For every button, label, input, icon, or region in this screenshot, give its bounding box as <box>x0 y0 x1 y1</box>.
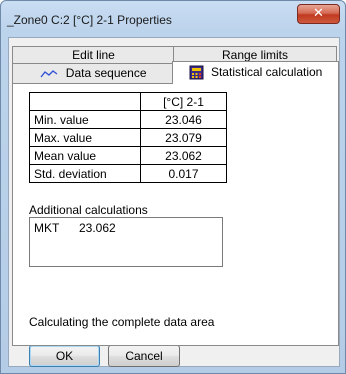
title-bar[interactable]: _Zone0 C:2 [°C] 2-1 Properties ✕ <box>1 1 345 37</box>
cancel-button[interactable]: Cancel <box>108 345 180 367</box>
line-chart-icon <box>40 69 58 78</box>
tab-statistical-calculation[interactable]: Statistical calculation <box>172 61 339 84</box>
table-corner-cell <box>29 92 141 111</box>
mkt-value: 23.062 <box>79 221 116 235</box>
row-label: Std. deviation <box>29 164 141 183</box>
calculation-status-text: Calculating the complete data area <box>29 315 215 329</box>
row-value: 23.062 <box>140 146 227 165</box>
statistical-calculation-panel: [°C] 2-1 Min. value 23.046 Max. value 23… <box>12 83 339 346</box>
tab-data-sequence[interactable]: Data sequence <box>12 63 175 83</box>
row-value: 0.017 <box>140 164 227 183</box>
row-value: 23.079 <box>140 128 227 147</box>
additional-calculations-label: Additional calculations <box>29 203 148 217</box>
window-title: _Zone0 C:2 [°C] 2-1 Properties <box>7 13 172 27</box>
row-label: Max. value <box>29 128 141 147</box>
properties-dialog: _Zone0 C:2 [°C] 2-1 Properties ✕ Edit li… <box>0 0 346 374</box>
mkt-label: MKT <box>34 221 60 235</box>
table-row: Std. deviation 0.017 <box>29 164 227 183</box>
tab-label: Data sequence <box>65 66 147 80</box>
tab-label: Range limits <box>221 48 289 62</box>
table-row: Max. value 23.079 <box>29 128 227 147</box>
row-label: Min. value <box>29 110 141 129</box>
dialog-client-area: Edit line Range limits Data sequence Sta… <box>8 37 340 367</box>
column-header: [°C] 2-1 <box>140 92 227 111</box>
row-label: Mean value <box>29 146 141 165</box>
ok-button[interactable]: OK <box>29 345 100 367</box>
tab-edit-line[interactable]: Edit line <box>12 46 175 64</box>
calculator-icon <box>189 65 204 80</box>
additional-calculations-box[interactable]: MKT 23.062 <box>29 217 223 267</box>
table-row: Min. value 23.046 <box>29 110 227 129</box>
close-icon: ✕ <box>313 6 324 21</box>
statistics-table: [°C] 2-1 Min. value 23.046 Max. value 23… <box>29 92 227 183</box>
tab-label: Statistical calculation <box>210 65 323 79</box>
table-row: Mean value 23.062 <box>29 146 227 165</box>
close-button[interactable]: ✕ <box>297 4 340 24</box>
row-value: 23.046 <box>140 110 227 129</box>
table-header-row: [°C] 2-1 <box>29 92 227 111</box>
tab-label: Edit line <box>72 48 115 62</box>
